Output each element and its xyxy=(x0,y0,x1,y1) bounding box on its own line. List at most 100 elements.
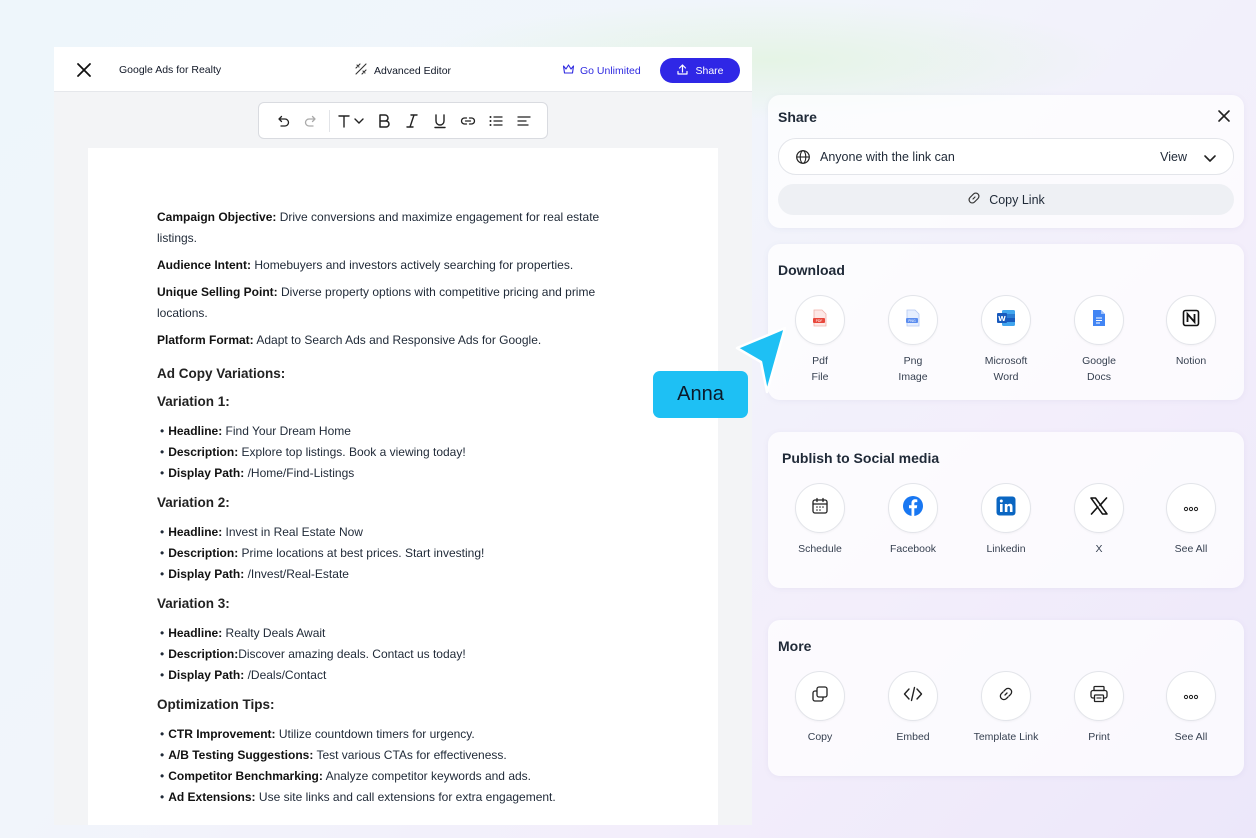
item-text: Explore top listings. Book a viewing tod… xyxy=(238,445,466,459)
intro-label: Platform Format: xyxy=(157,333,254,347)
document-page[interactable]: Campaign Objective: Drive conversions an… xyxy=(88,148,718,825)
download-png-button[interactable]: PNG Png Image xyxy=(868,295,958,385)
more-panel-title: More xyxy=(778,638,812,654)
social-see-all-button[interactable]: See All xyxy=(1146,483,1236,557)
code-icon xyxy=(903,686,923,707)
advanced-editor-label: Advanced Editor xyxy=(374,64,452,77)
label-line: Docs xyxy=(1087,371,1111,383)
item-label: Description: xyxy=(168,546,239,560)
item-text: Find Your Dream Home xyxy=(222,424,351,438)
png-image-icon: PNG xyxy=(905,309,921,332)
template-link-button[interactable]: Template Link xyxy=(961,671,1051,745)
png-icon-circle: PNG xyxy=(888,295,938,345)
upload-icon xyxy=(676,63,689,79)
svg-text:PDF: PDF xyxy=(816,319,823,323)
download-label: Google Docs xyxy=(1082,353,1116,385)
close-icon[interactable] xyxy=(1216,108,1232,124)
text-style-dropdown-icon[interactable] xyxy=(334,107,370,135)
list-item: Description: Explore top listings. Book … xyxy=(157,442,637,463)
more-label: Print xyxy=(1088,731,1110,743)
copy-link-label: Copy Link xyxy=(989,192,1045,207)
share-panel-title: Share xyxy=(778,109,817,125)
label-line: Word xyxy=(993,371,1019,383)
share-button[interactable]: Share xyxy=(660,58,740,83)
schedule-button[interactable]: Schedule xyxy=(775,483,865,557)
intro-paragraph: Unique Selling Point: Diverse property o… xyxy=(157,282,637,324)
share-panel: Share Anyone with the link can View Copy… xyxy=(768,95,1244,228)
crown-icon xyxy=(562,63,575,78)
variation-list: Headline: Find Your Dream Home Descripti… xyxy=(157,421,637,484)
more-label: Copy xyxy=(807,731,833,743)
go-unlimited-label: Go Unlimited xyxy=(580,64,641,77)
document-editor: Google Ads for Realty Advanced Editor Go… xyxy=(54,47,752,825)
item-label: Headline: xyxy=(168,525,223,539)
permission-role: View xyxy=(1160,150,1187,164)
label-line: Png xyxy=(903,355,923,367)
redo-icon[interactable] xyxy=(297,107,325,135)
list-item: Display Path: /Home/Find-Listings xyxy=(157,463,637,484)
download-google-docs-button[interactable]: Google Docs xyxy=(1054,295,1144,385)
tips-heading: Optimization Tips: xyxy=(157,697,275,712)
social-panel-title: Publish to Social media xyxy=(782,450,940,466)
bullet-list-icon[interactable] xyxy=(482,107,510,135)
item-text: Test various CTAs for effectiveness. xyxy=(313,748,507,762)
more-label: Embed xyxy=(896,731,930,743)
x-icon-circle xyxy=(1074,483,1124,533)
undo-icon[interactable] xyxy=(269,107,297,135)
item-label: Headline: xyxy=(168,626,223,640)
social-media-panel: Publish to Social media Schedule Faceboo… xyxy=(768,432,1244,588)
more-panel: More Copy Embed Template Link Print See … xyxy=(768,620,1244,776)
italic-icon[interactable] xyxy=(398,107,426,135)
google-docs-icon xyxy=(1092,309,1106,332)
item-text: Realty Deals Await xyxy=(222,626,326,640)
embed-button[interactable]: Embed xyxy=(868,671,958,745)
docs-icon-circle xyxy=(1074,295,1124,345)
link-icon[interactable] xyxy=(454,107,482,135)
social-options: Schedule Facebook Linkedin X See All xyxy=(768,483,1244,579)
magic-tools-icon xyxy=(354,62,368,79)
download-options: PDF Pdf File PNG Png Image W Microsoft Word xyxy=(768,295,1244,391)
more-label: Template Link xyxy=(973,731,1039,743)
document-content[interactable]: Campaign Objective: Drive conversions an… xyxy=(157,207,637,816)
list-item: Description:Discover amazing deals. Cont… xyxy=(157,644,637,665)
close-editor-icon[interactable] xyxy=(74,60,94,80)
variation-heading: Variation 3: xyxy=(157,596,230,611)
x-icon xyxy=(1089,496,1109,520)
bold-icon[interactable] xyxy=(370,107,398,135)
item-text: Discover amazing deals. Contact us today… xyxy=(238,647,466,661)
label-line: Google xyxy=(1082,355,1116,367)
download-word-button[interactable]: W Microsoft Word xyxy=(961,295,1051,385)
schedule-icon-circle xyxy=(795,483,845,533)
go-unlimited-button[interactable]: Go Unlimited xyxy=(562,63,641,78)
download-notion-button[interactable]: Notion xyxy=(1146,295,1236,369)
list-item: CTR Improvement: Utilize countdown timer… xyxy=(157,724,637,745)
linkedin-button[interactable]: Linkedin xyxy=(961,483,1051,557)
editor-topbar: Google Ads for Realty Advanced Editor Go… xyxy=(54,47,752,92)
list-item: A/B Testing Suggestions: Test various CT… xyxy=(157,745,637,766)
linkedin-icon-circle xyxy=(981,483,1031,533)
advanced-editor-button[interactable]: Advanced Editor xyxy=(354,62,451,79)
facebook-icon xyxy=(902,495,924,522)
link-icon xyxy=(967,191,981,208)
link-permission-select[interactable]: Anyone with the link can View xyxy=(778,138,1234,175)
more-options: Copy Embed Template Link Print See All xyxy=(768,671,1244,767)
copy-button[interactable]: Copy xyxy=(775,671,865,745)
print-button[interactable]: Print xyxy=(1054,671,1144,745)
x-button[interactable]: X xyxy=(1054,483,1144,557)
copy-link-button[interactable]: Copy Link xyxy=(778,184,1234,215)
underline-icon[interactable] xyxy=(426,107,454,135)
item-label: Competitor Benchmarking: xyxy=(168,769,323,783)
item-label: A/B Testing Suggestions: xyxy=(168,748,314,762)
calendar-icon xyxy=(811,497,829,520)
facebook-button[interactable]: Facebook xyxy=(868,483,958,557)
share-button-label: Share xyxy=(695,64,724,77)
align-left-icon[interactable] xyxy=(510,107,538,135)
list-item: Description: Prime locations at best pri… xyxy=(157,543,637,564)
label-line: Image xyxy=(898,371,928,383)
item-label: Display Path: xyxy=(168,466,245,480)
more-see-all-button[interactable]: See All xyxy=(1146,671,1236,745)
see-all-icon-circle xyxy=(1166,483,1216,533)
document-title: Google Ads for Realty xyxy=(119,64,222,76)
intro-paragraph: Audience Intent: Homebuyers and investor… xyxy=(157,255,637,276)
svg-text:PNG: PNG xyxy=(908,319,916,323)
